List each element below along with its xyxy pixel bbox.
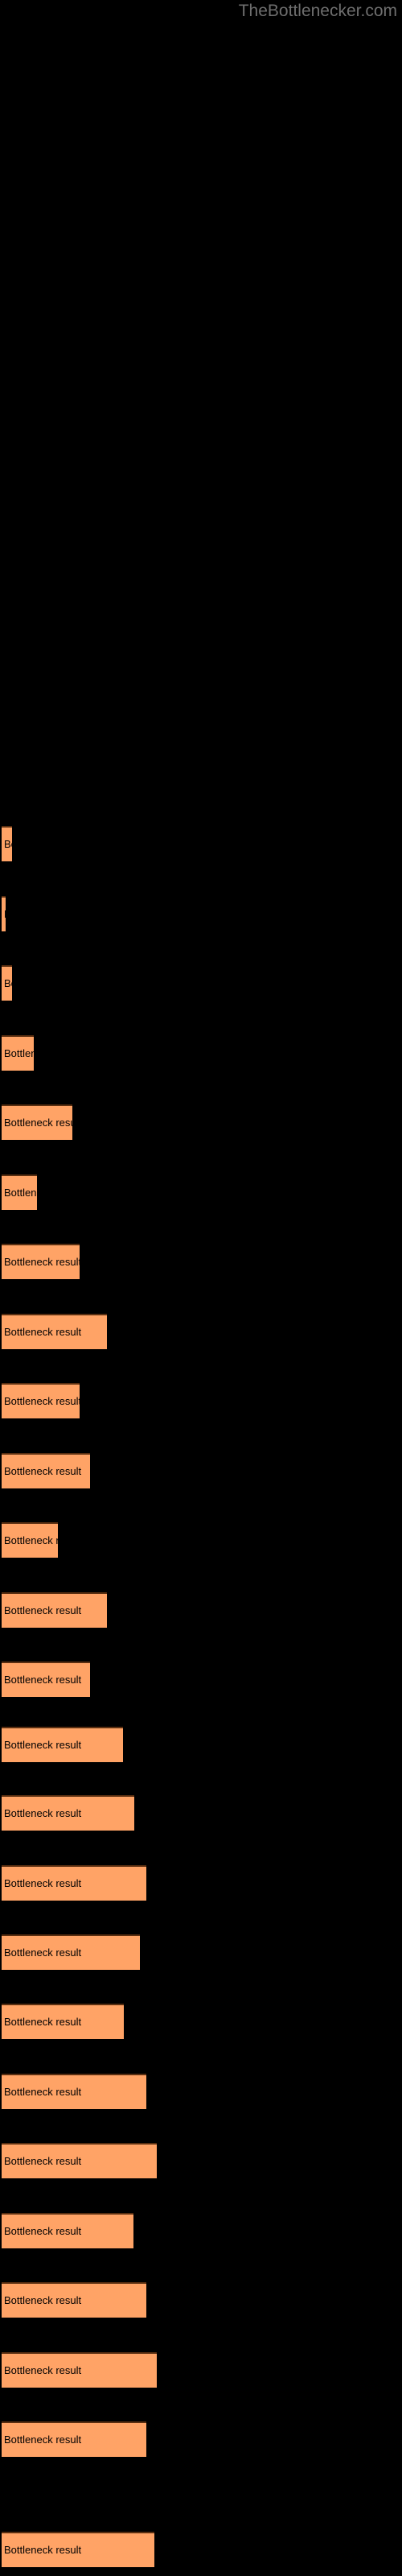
bar: Bottleneck result: [2, 2074, 146, 2109]
bar: Bottleneck result: [2, 826, 12, 861]
bar-label: Bottleneck result: [4, 1604, 82, 1616]
bar-label: Bottleneck result: [4, 1187, 37, 1199]
bar: Bottleneck result: [2, 1174, 37, 1210]
bar-label: Bottleneck result: [4, 1465, 82, 1477]
bar: Bottleneck result: [2, 1383, 80, 1418]
bar: Bottleneck result: [2, 896, 6, 931]
bar: Bottleneck result: [2, 1453, 90, 1488]
bar-label: Bottleneck result: [4, 1807, 82, 1819]
bar-label: Bottleneck result: [4, 2294, 82, 2306]
bar: Bottleneck result: [2, 2213, 133, 2248]
bar: Bottleneck result: [2, 1795, 134, 1831]
bar: Bottleneck result: [2, 1592, 107, 1628]
bar-label: Bottleneck result: [4, 2364, 82, 2376]
bar-label: Bottleneck result: [4, 2225, 82, 2237]
bar-label: Bottleneck result: [4, 977, 12, 989]
bar-label: Bottleneck result: [4, 2086, 82, 2098]
bar-label: Bottleneck result: [4, 2544, 82, 2556]
bar: Bottleneck result: [2, 1522, 58, 1558]
bar-label: Bottleneck result: [4, 1256, 80, 1268]
bar-label: Bottleneck result: [4, 1946, 82, 1959]
bar: Bottleneck result: [2, 2532, 154, 2567]
bar-label: Bottleneck result: [4, 2434, 82, 2446]
bar-label: Bottleneck result: [4, 2016, 82, 2028]
bar: Bottleneck result: [2, 1727, 123, 1762]
bar-label: Bottleneck result: [4, 1326, 82, 1338]
bar: Bottleneck result: [2, 1934, 140, 1970]
bar-label: Bottleneck result: [4, 1534, 58, 1546]
bar: Bottleneck result: [2, 1314, 107, 1349]
bar-label: Bottleneck result: [4, 1395, 80, 1407]
bar-label: Bottleneck result: [4, 1739, 82, 1751]
bar-label: Bottleneck result: [4, 838, 12, 850]
bar: Bottleneck result: [2, 2004, 124, 2039]
bar-label: Bottleneck result: [4, 909, 6, 920]
bar: Bottleneck result: [2, 1662, 90, 1697]
bar-label: Bottleneck result: [4, 2155, 82, 2167]
bar-chart: Bottleneck result Bottleneck result Bottle…: [0, 0, 402, 2576]
bar: Bottleneck result: [2, 965, 12, 1001]
bar: Bottleneck result: [2, 2143, 157, 2178]
bar: Bottleneck result: [2, 2352, 157, 2388]
bar-label: Bottleneck result: [4, 1117, 72, 1129]
bar: Bottleneck result: [2, 2282, 146, 2318]
bar: Bottleneck result: [2, 1865, 146, 1901]
bar: Bottleneck result: [2, 2421, 146, 2457]
bar-label: Bottleneck result: [4, 1674, 82, 1686]
bar: Bottleneck result: [2, 1244, 80, 1279]
bar: Bottleneck result: [2, 1035, 34, 1071]
bar: Bottleneck result: [2, 1104, 72, 1140]
bar-label: Bottleneck result: [4, 1877, 82, 1889]
bar-label: Bottleneck result: [4, 1047, 34, 1059]
